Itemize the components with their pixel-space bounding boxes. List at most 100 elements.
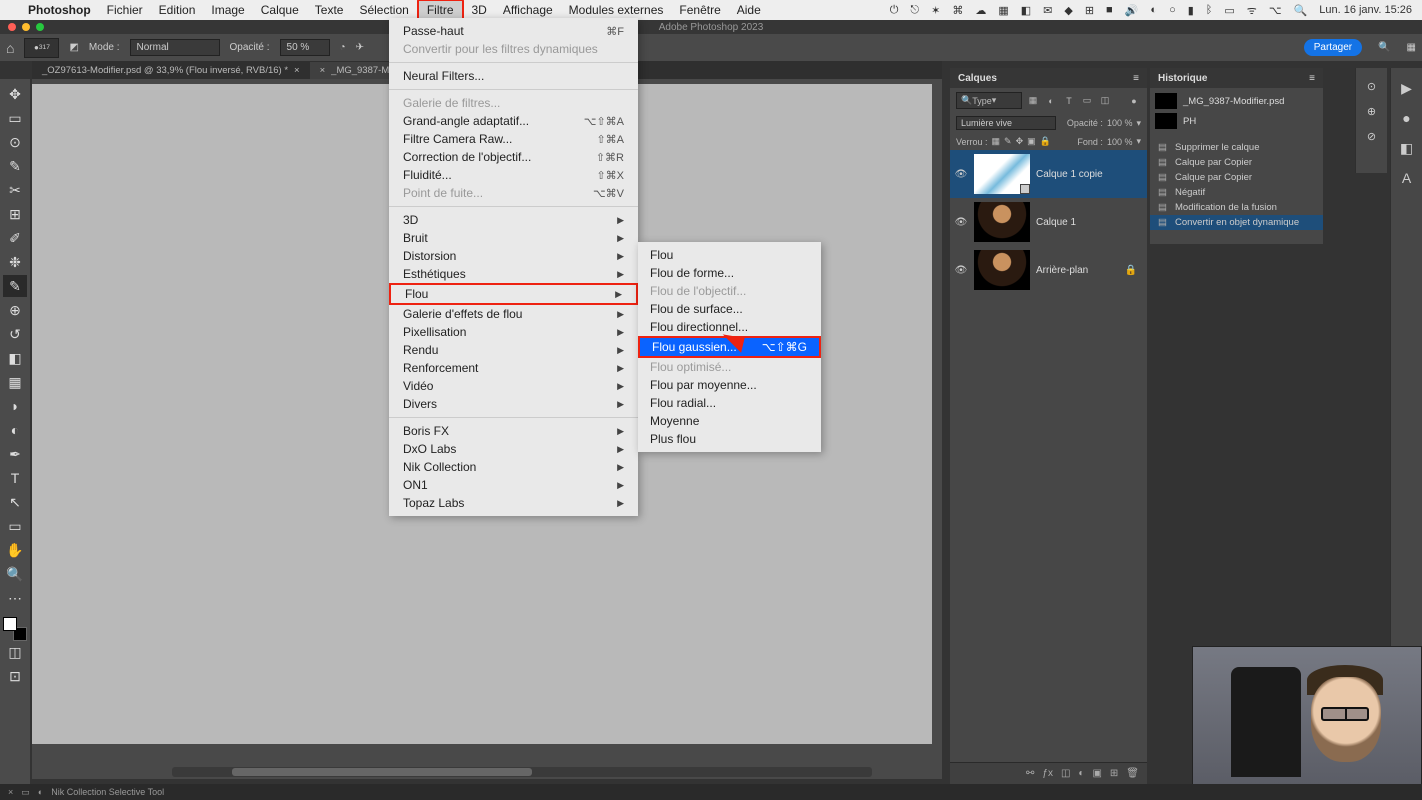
- menu-item[interactable]: Correction de l'objectif...⇧⌘R: [389, 148, 638, 166]
- filter-adjust-icon[interactable]: ◐: [1044, 94, 1058, 108]
- target-icon[interactable]: ⊙: [1367, 80, 1376, 93]
- menu-item[interactable]: Grand-angle adaptatif...⌥⇧⌘A: [389, 112, 638, 130]
- scrollbar-thumb[interactable]: [232, 768, 532, 776]
- status-icon[interactable]: 🔊: [1125, 4, 1139, 17]
- menu-fenetre[interactable]: Fenêtre: [671, 1, 728, 19]
- path-tool-icon[interactable]: ↖: [3, 491, 27, 513]
- menu-item[interactable]: Boris FX▶: [389, 422, 638, 440]
- menu-modules[interactable]: Modules externes: [561, 1, 672, 19]
- lock-icon[interactable]: 🔒: [1125, 265, 1143, 276]
- quickmask-icon[interactable]: ◫: [3, 641, 27, 663]
- brush-preset[interactable]: ●317: [24, 38, 59, 58]
- group-icon[interactable]: ▣: [1092, 768, 1101, 779]
- submenu-item[interactable]: Flou radial...: [638, 394, 821, 412]
- menu-3d[interactable]: 3D: [464, 1, 495, 19]
- crop-tool-icon[interactable]: ✂: [3, 179, 27, 201]
- submenu-item[interactable]: Plus flou: [638, 430, 821, 448]
- play-icon[interactable]: ▶: [1398, 80, 1416, 98]
- menu-image[interactable]: Image: [203, 1, 252, 19]
- submenu-item[interactable]: Flou de forme...: [638, 264, 821, 282]
- dodge-tool-icon[interactable]: ◐: [3, 419, 27, 441]
- new-layer-icon[interactable]: ⊞: [1110, 768, 1118, 779]
- menubar-clock[interactable]: Lun. 16 janv. 15:26: [1319, 4, 1412, 16]
- menu-item[interactable]: Nik Collection▶: [389, 458, 638, 476]
- history-step[interactable]: ▤Négatif: [1150, 185, 1323, 200]
- dot-icon[interactable]: ●: [1398, 110, 1416, 128]
- menu-aide[interactable]: Aide: [729, 1, 769, 19]
- status-icon[interactable]: ■: [1106, 4, 1113, 16]
- menu-item[interactable]: Flou▶: [389, 283, 638, 305]
- menu-selection[interactable]: Sélection: [351, 1, 416, 19]
- zoom-tool-icon[interactable]: 🔍: [3, 563, 27, 585]
- layer-thumbnail[interactable]: [974, 202, 1030, 242]
- ellipsis-icon[interactable]: ⋯: [3, 587, 27, 609]
- menu-fichier[interactable]: Fichier: [99, 1, 151, 19]
- menu-texte[interactable]: Texte: [307, 1, 352, 19]
- color-swatches[interactable]: [3, 617, 27, 641]
- layer-row[interactable]: 👁 Arrière-plan 🔒: [950, 246, 1147, 294]
- status-icon[interactable]: ◐: [1150, 4, 1157, 16]
- menu-item[interactable]: Rendu▶: [389, 341, 638, 359]
- menu-item[interactable]: Fluidité...⇧⌘X: [389, 166, 638, 184]
- trash-icon[interactable]: 🗑: [1126, 768, 1139, 779]
- history-step[interactable]: ▤Calque par Copier: [1150, 155, 1323, 170]
- menu-item[interactable]: Bruit▶: [389, 229, 638, 247]
- status-icon[interactable]: ⊞: [1085, 4, 1094, 17]
- search-icon[interactable]: 🔍: [1378, 42, 1390, 53]
- close-tab-icon[interactable]: ×: [294, 65, 300, 76]
- home-icon[interactable]: ⌂: [6, 40, 14, 56]
- menu-app-name[interactable]: Photoshop: [20, 3, 99, 17]
- eyedropper-tool-icon[interactable]: ✐: [3, 227, 27, 249]
- menu-item[interactable]: Topaz Labs▶: [389, 494, 638, 512]
- status-icon[interactable]: ⎋: [910, 4, 919, 17]
- wifi-icon[interactable]: ᯤ: [1247, 3, 1257, 18]
- status-icon[interactable]: ⏻: [890, 4, 899, 17]
- layer-name[interactable]: Calque 1: [1036, 217, 1076, 228]
- status-icon[interactable]: ✶: [931, 4, 940, 17]
- status-close-icon[interactable]: ×: [8, 787, 13, 797]
- menu-item[interactable]: Esthétiques▶: [389, 265, 638, 283]
- status-min-icon[interactable]: ▭: [21, 787, 30, 798]
- fx-icon[interactable]: ƒx: [1042, 768, 1053, 779]
- filter-type-icon[interactable]: T: [1062, 94, 1076, 108]
- status-icon[interactable]: ✉: [1043, 4, 1052, 17]
- status-icon[interactable]: ☁: [975, 4, 986, 17]
- quick-select-tool-icon[interactable]: ✎: [3, 155, 27, 177]
- filter-shape-icon[interactable]: ▭: [1080, 94, 1094, 108]
- history-brush-tool-icon[interactable]: ↺: [3, 323, 27, 345]
- blend-icon[interactable]: ◩: [69, 42, 78, 53]
- search-icon[interactable]: 🔍: [1294, 4, 1308, 17]
- fill-value[interactable]: 100 %: [1107, 137, 1133, 147]
- flag-icon[interactable]: ▮: [1188, 4, 1194, 17]
- layer-name[interactable]: Calque 1 copie: [1036, 169, 1103, 180]
- airbrush-icon[interactable]: ✈: [356, 42, 364, 53]
- shape-tool-icon[interactable]: ▭: [3, 515, 27, 537]
- marquee-tool-icon[interactable]: ▭: [3, 107, 27, 129]
- mask-icon[interactable]: ◫: [1061, 768, 1070, 779]
- menu-item[interactable]: Galerie d'effets de flou▶: [389, 305, 638, 323]
- move-tool-icon[interactable]: ✥: [3, 83, 27, 105]
- layer-filter-type[interactable]: 🔍 Type ▾: [956, 92, 1022, 109]
- layer-row[interactable]: 👁 Calque 1: [950, 198, 1147, 246]
- history-step[interactable]: ▤Modification de la fusion: [1150, 200, 1323, 215]
- minimize-window-icon[interactable]: [22, 23, 30, 31]
- blend-mode-select[interactable]: Lumière vive: [956, 116, 1056, 130]
- menu-item[interactable]: Passe-haut⌘F: [389, 22, 638, 40]
- history-panel-tab[interactable]: Historique≡: [1150, 68, 1323, 88]
- eraser-tool-icon[interactable]: ◧: [3, 347, 27, 369]
- submenu-item[interactable]: Flou: [638, 246, 821, 264]
- lock-paint-icon[interactable]: ✎: [1004, 136, 1012, 147]
- submenu-item[interactable]: Moyenne: [638, 412, 821, 430]
- history-snapshot[interactable]: PH: [1155, 111, 1318, 131]
- control-center-icon[interactable]: ⌥: [1269, 4, 1282, 17]
- stamp-tool-icon[interactable]: ⊕: [3, 299, 27, 321]
- submenu-item[interactable]: Flou par moyenne...: [638, 376, 821, 394]
- blur-tool-icon[interactable]: ◗: [3, 395, 27, 417]
- lasso-tool-icon[interactable]: ⊙: [3, 131, 27, 153]
- layer-row[interactable]: 👁 Calque 1 copie: [950, 150, 1147, 198]
- workspace-icon[interactable]: ▦: [1407, 42, 1416, 53]
- mode-select[interactable]: Normal: [130, 39, 220, 56]
- layer-thumbnail[interactable]: [974, 250, 1030, 290]
- lock-all-icon[interactable]: ▦: [992, 136, 1001, 147]
- lock-icon[interactable]: 🔒: [1040, 136, 1051, 147]
